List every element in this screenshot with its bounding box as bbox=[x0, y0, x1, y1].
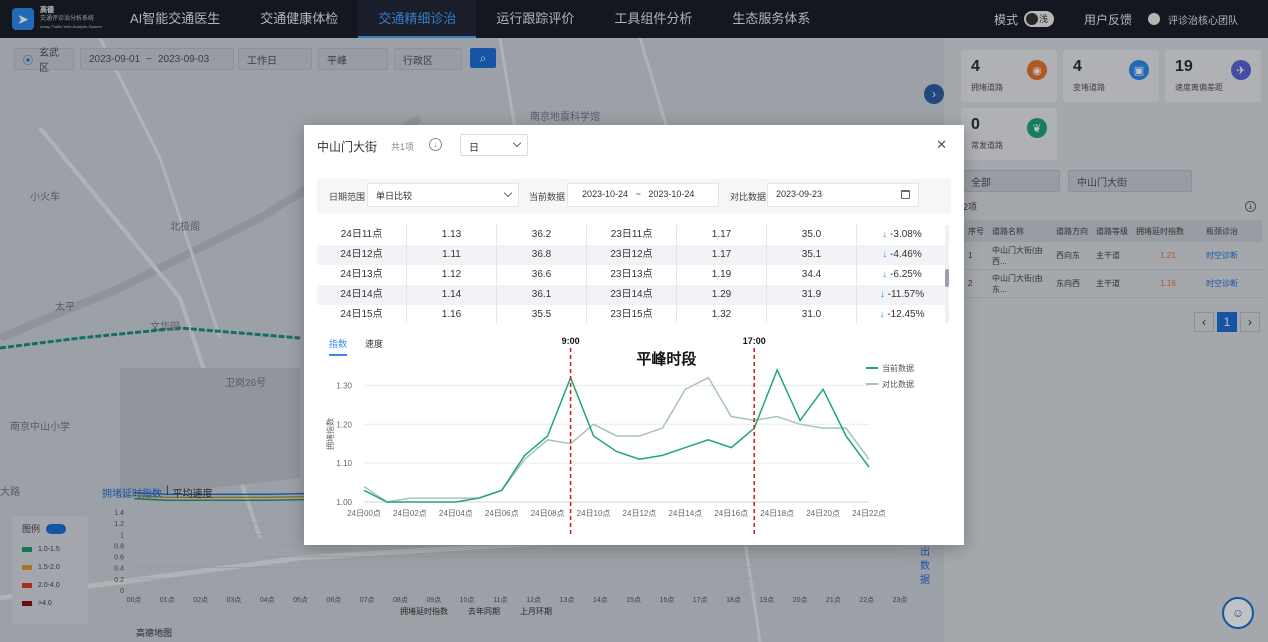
legend-label: 对比数据 bbox=[882, 379, 914, 389]
arrow-down-icon: ↓ bbox=[882, 269, 888, 280]
modal-header: 中山门大街 共1项 ↓ 日 ✕ bbox=[304, 125, 964, 165]
arrow-down-icon: ↓ bbox=[879, 289, 885, 300]
range-label: 日期范围 bbox=[329, 192, 366, 202]
y-tick-label: 1.20 bbox=[336, 420, 352, 429]
legend-label: 当前数据 bbox=[882, 363, 914, 373]
off-peak-label: 平峰时段 bbox=[636, 350, 696, 368]
table-row: 24日13点 1.12 36.6 23日13点 1.19 34.4 ↓ -6.2… bbox=[317, 265, 947, 285]
peak-marker-label: 17:00 bbox=[743, 336, 766, 346]
modal-filter-bar: 日期范围 单日比较 当前数据 2023-10-24 ~ 2023-10-24 对… bbox=[317, 179, 951, 213]
close-icon[interactable]: ✕ bbox=[936, 137, 947, 153]
arrow-down-icon: ↓ bbox=[879, 309, 885, 320]
x-tick-label: 24日10点 bbox=[577, 509, 611, 518]
x-tick-label: 24日02点 bbox=[393, 509, 427, 518]
current-label: 当前数据 bbox=[529, 192, 566, 202]
x-tick-label: 24日20点 bbox=[806, 509, 840, 518]
modal-count: 共1项 bbox=[391, 142, 415, 152]
table-row: 24日12点 1.11 36.8 23日12点 1.17 35.1 ↓ -4.4… bbox=[317, 245, 947, 265]
road-detail-modal: 中山门大街 共1项 ↓ 日 ✕ 日期范围 单日比较 当前数据 2023-10-2… bbox=[304, 125, 964, 545]
x-tick-label: 24日16点 bbox=[714, 509, 748, 518]
granularity-select[interactable]: 日 bbox=[460, 134, 528, 156]
arrow-down-icon: ↓ bbox=[882, 249, 888, 260]
table-row: 24日15点 1.16 35.5 23日15点 1.32 31.0 ↓ -12.… bbox=[317, 305, 947, 323]
y-tick-label: 1.10 bbox=[336, 459, 352, 468]
range-select[interactable]: 单日比较 bbox=[367, 183, 519, 207]
compare-date-picker[interactable]: 2023-09-23 bbox=[767, 183, 919, 207]
compare-table: 24日11点 1.13 36.2 23日11点 1.17 35.0 ↓ -3.0… bbox=[317, 225, 947, 323]
x-tick-label: 24日00点 bbox=[347, 509, 381, 518]
x-tick-label: 24日04点 bbox=[439, 509, 473, 518]
x-tick-label: 24日06点 bbox=[485, 509, 519, 518]
peak-marker-label: 9:00 bbox=[562, 336, 580, 346]
compare-label: 对比数据 bbox=[730, 192, 767, 202]
x-tick-label: 24日12点 bbox=[623, 509, 657, 518]
y-tick-label: 1.00 bbox=[336, 498, 352, 507]
current-date-range[interactable]: 2023-10-24 ~ 2023-10-24 bbox=[567, 183, 719, 207]
x-tick-label: 24日08点 bbox=[531, 509, 565, 518]
calendar-icon bbox=[901, 190, 910, 199]
y-tick-label: 1.30 bbox=[336, 381, 352, 390]
x-tick-label: 24日18点 bbox=[760, 509, 794, 518]
congestion-line-chart: 1.00 1.10 1.20 1.30 24日00点 24日02点 24日04点 24日06点… bbox=[325, 336, 914, 535]
table-scrollbar[interactable] bbox=[945, 225, 949, 323]
x-tick-label: 24日14点 bbox=[668, 509, 702, 518]
scrollbar-thumb[interactable] bbox=[945, 269, 949, 287]
modal-title: 中山门大街 bbox=[317, 140, 378, 154]
download-icon[interactable]: ↓ bbox=[429, 138, 442, 151]
series-line bbox=[363, 376, 870, 503]
chevron-down-icon bbox=[503, 188, 513, 198]
table-row: 24日11点 1.13 36.2 23日11点 1.17 35.0 ↓ -3.0… bbox=[317, 225, 947, 245]
x-tick-label: 24日22点 bbox=[852, 509, 886, 518]
table-row: 24日14点 1.14 36.1 23日14点 1.29 31.9 ↓ -11.… bbox=[317, 285, 947, 305]
arrow-down-icon: ↓ bbox=[882, 229, 888, 240]
chevron-down-icon bbox=[512, 138, 522, 148]
y-axis-label: 拥堵指数 bbox=[325, 418, 335, 450]
